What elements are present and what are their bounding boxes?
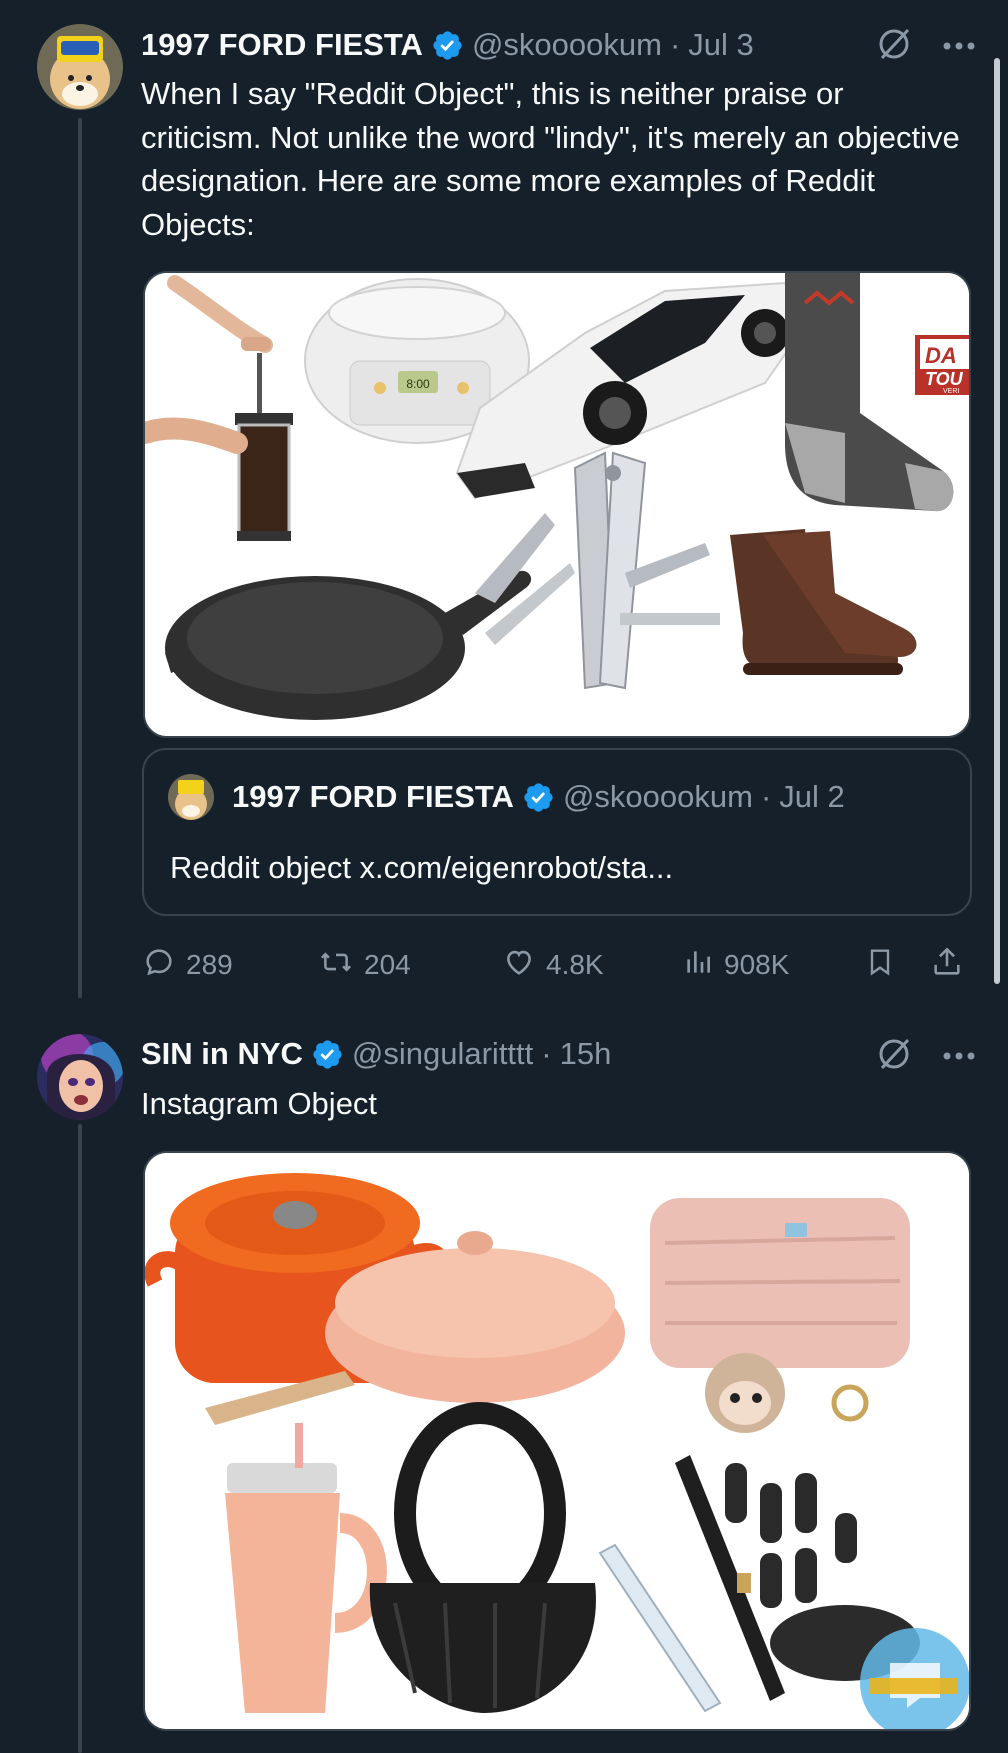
timestamp[interactable]: 15h (560, 1036, 612, 1072)
avatar[interactable] (37, 24, 123, 110)
quoted-author-name[interactable]: 1997 FORD FIESTA (232, 779, 514, 815)
tweet-header: 1997 FORD FIESTA @skooookum · Jul 3 (141, 23, 754, 67)
like-icon (502, 945, 536, 986)
quoted-tweet-header: 1997 FORD FIESTA @skooookum · Jul 2 (168, 774, 845, 820)
quoted-author-handle[interactable]: @skooookum (563, 779, 753, 815)
bookmark-button[interactable] (864, 945, 930, 986)
tweet-header-actions (876, 1036, 976, 1077)
thread-line-1 (78, 118, 82, 998)
verified-badge-icon[interactable] (431, 29, 464, 62)
reply-count: 289 (186, 949, 233, 980)
avatar[interactable] (37, 1034, 123, 1120)
author-name[interactable]: SIN in NYC (141, 1036, 303, 1072)
views-count: 908K (724, 949, 790, 980)
verified-badge-icon[interactable] (522, 781, 555, 814)
author-handle[interactable]: @skooookum (472, 27, 662, 63)
quoted-timestamp[interactable]: Jul 2 (779, 779, 844, 815)
bookmark-icon (864, 945, 896, 986)
tweet-text: When I say "Reddit Object", this is neit… (141, 76, 960, 242)
tweet-media-image[interactable] (143, 1151, 971, 1731)
tweet-header-actions (876, 26, 976, 67)
scrollbar[interactable] (994, 58, 1000, 984)
cooker-display: 8:00 (406, 377, 430, 391)
separator-dot: · (541, 1036, 552, 1071)
share-button[interactable] (930, 945, 964, 986)
timestamp[interactable]: Jul 3 (688, 27, 753, 63)
author-name[interactable]: 1997 FORD FIESTA (141, 27, 423, 63)
grok-icon[interactable] (876, 26, 912, 67)
tweet-media-image[interactable]: 8:00 DA TOU VERI (143, 271, 971, 738)
quoted-tweet[interactable]: 1997 FORD FIESTA @skooookum · Jul 2 Redd… (142, 748, 972, 916)
reply-icon (142, 945, 176, 986)
more-icon[interactable] (942, 1048, 976, 1066)
sock-tag-text-2: TOU (925, 369, 964, 389)
grok-icon[interactable] (876, 1036, 912, 1077)
sock-tag-image: DA TOU VERI (915, 335, 969, 395)
views-button[interactable]: 908K (682, 945, 864, 986)
author-handle[interactable]: @singularitttt (352, 1036, 533, 1072)
views-icon (682, 945, 714, 986)
tweet-header: SIN in NYC @singularitttt · 15h (141, 1032, 611, 1076)
tweet-text: Instagram Object (141, 1086, 378, 1121)
share-icon (930, 945, 964, 986)
sock-tag-text-3: VERI (943, 388, 959, 395)
verified-badge-icon[interactable] (311, 1038, 344, 1071)
separator-dot: · (669, 27, 681, 62)
sock-tag-text-1: DA (925, 343, 957, 368)
separator-dot: · (760, 779, 772, 814)
like-count: 4.8K (546, 949, 604, 980)
quoted-tweet-text: Reddit object x.com/eigenrobot/sta... (170, 850, 674, 885)
reply-button[interactable]: 289 (142, 945, 318, 986)
thread-line-2 (78, 1124, 82, 1753)
like-button[interactable]: 4.8K (502, 945, 682, 986)
tweet-actions: 289 204 4.8K 908K (142, 940, 972, 990)
blanket-image (650, 1198, 910, 1368)
repost-count: 204 (364, 949, 411, 980)
repost-icon (318, 945, 354, 986)
more-icon[interactable] (942, 38, 976, 56)
quoted-avatar[interactable] (168, 774, 214, 820)
repost-button[interactable]: 204 (318, 945, 502, 986)
